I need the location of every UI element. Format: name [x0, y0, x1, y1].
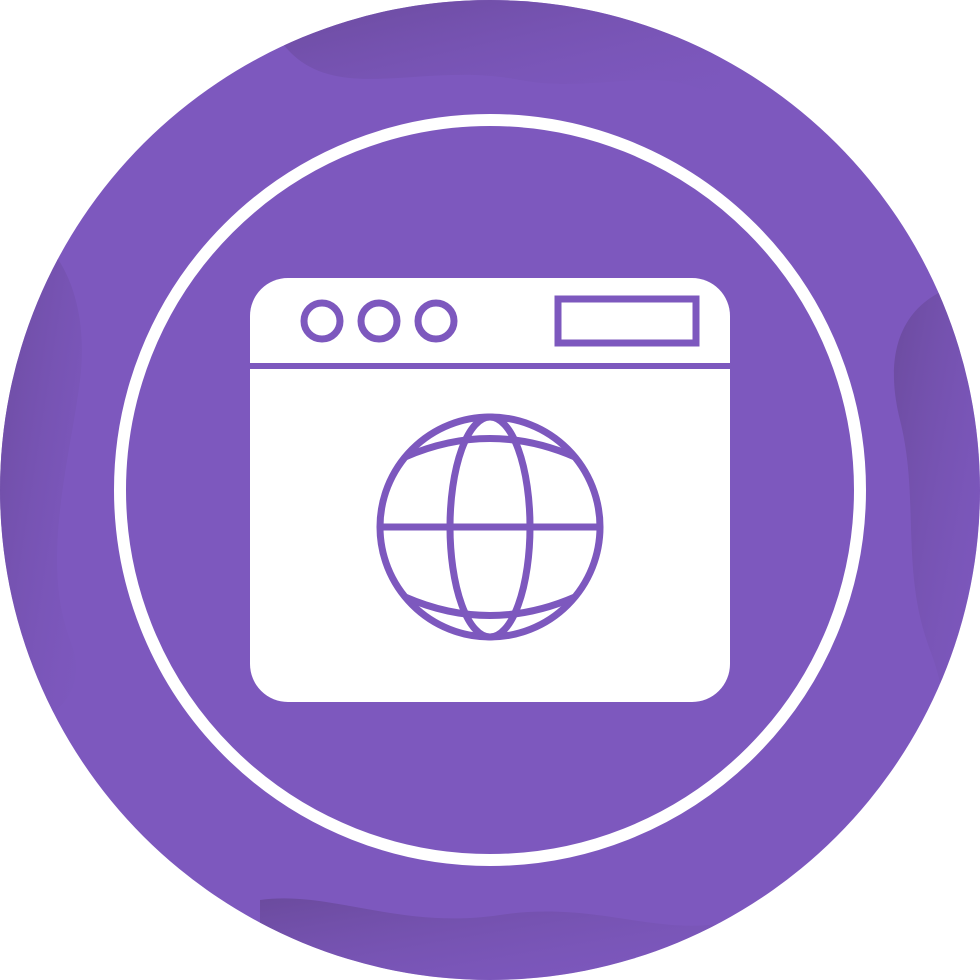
web-browser-globe-icon	[0, 0, 980, 980]
icon-canvas	[0, 0, 980, 980]
